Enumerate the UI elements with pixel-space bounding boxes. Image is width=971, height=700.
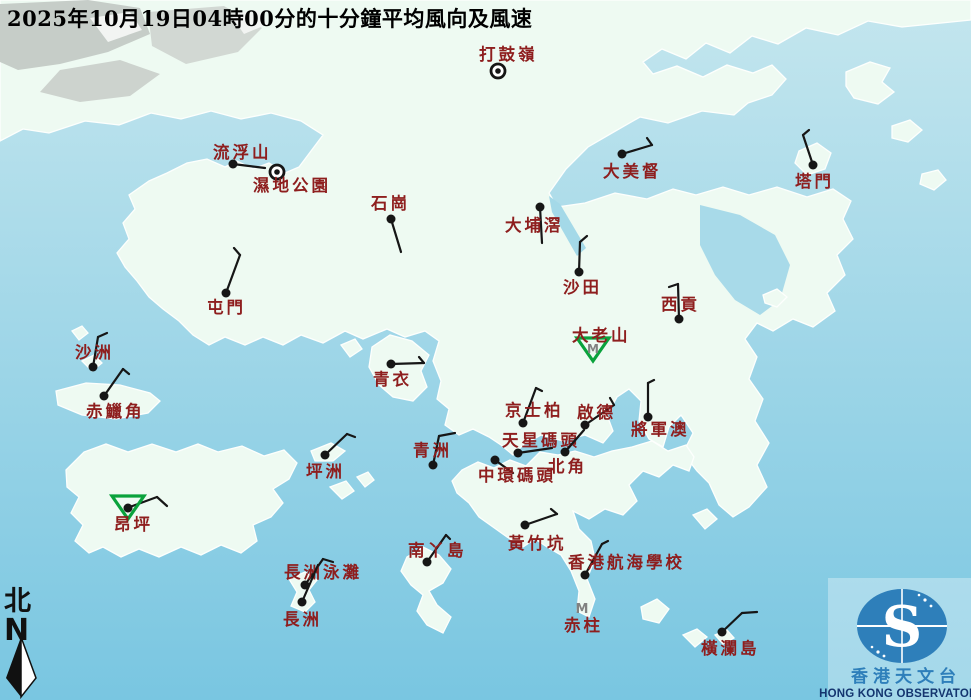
station-dot [100, 392, 109, 401]
station-label: 將軍澳 [631, 419, 690, 439]
station-dot [718, 628, 727, 637]
wind-barb [742, 612, 757, 613]
calm-center-dot [274, 169, 280, 175]
station-label: 大埔滘 [505, 215, 564, 235]
wind-map: 打鼓嶺流浮山濕地公園石崗大埔滘 大美督塔門沙田西貢 屯門 M 大老山沙洲青衣赤鱲角 京士柏… [0, 0, 971, 700]
station-dot [222, 289, 231, 298]
station-label: 沙田 [563, 278, 602, 297]
station-label: 濕地公園 [253, 175, 331, 195]
wind-barb [579, 242, 580, 272]
station-label: 京士柏 [505, 400, 564, 420]
station-dot [575, 268, 584, 277]
station-dot [321, 451, 330, 460]
station-label: 長洲泳灘 [284, 562, 362, 582]
station-label: 流浮山 [213, 142, 272, 162]
station-dot [618, 150, 627, 159]
station-dot [809, 161, 818, 170]
station-label: 石崗 [370, 194, 410, 213]
logo-dot [930, 605, 933, 608]
station-label: 青洲 [413, 440, 452, 460]
station-label: 中環碼頭 [478, 465, 556, 485]
station-dot [521, 521, 530, 530]
station-label: 昂坪 [114, 515, 153, 534]
station-dot [387, 360, 396, 369]
station-label: 打鼓嶺 [479, 44, 538, 64]
station-dot [298, 598, 307, 607]
station-label: 長洲 [283, 610, 322, 629]
station-label: 沙洲 [75, 343, 114, 362]
station-dot [536, 203, 545, 212]
map-canvas: 打鼓嶺流浮山濕地公園石崗大埔滘 大美督塔門沙田西貢 屯門 M 大老山沙洲青衣赤鱲角 京士柏… [0, 0, 971, 700]
station-label: 赤鱲角 [86, 401, 145, 421]
station-dot [561, 448, 570, 457]
m-marker: M [576, 602, 589, 617]
station-label: 香港航海學校 [568, 552, 685, 572]
station-dot [491, 456, 500, 465]
station-dot [429, 461, 438, 470]
station-label: 赤柱 [564, 615, 603, 635]
station-label: 屯門 [207, 297, 246, 317]
station-label: 西貢 [661, 295, 700, 314]
logo-dot [923, 598, 926, 601]
station-label: 南丫島 [408, 540, 467, 560]
station-dot [675, 315, 684, 324]
station-label: 塔門 [795, 171, 834, 191]
logo-name-zh: 香港天文台 [851, 666, 961, 687]
wind-barb [391, 363, 424, 364]
logo-name-en: HONG KONG OBSERVATORY [819, 688, 971, 700]
logo-dot [876, 650, 879, 653]
station-label: 啟德 [577, 402, 616, 422]
station-label: 大美督 [603, 161, 662, 181]
calm-center-dot [495, 68, 501, 74]
station-label: 黃竹坑 [507, 533, 567, 553]
logo-s-glyph: S [882, 594, 922, 660]
logo-dot [871, 646, 874, 649]
station-label: 橫瀾島 [701, 638, 760, 658]
station-label: 青衣 [373, 369, 412, 389]
station-dot [89, 363, 98, 372]
map-title: 2025年10月19日04時00分的十分鐘平均風向及風速 [7, 6, 532, 31]
station-dot [124, 504, 133, 513]
station-label: 大老山 [572, 325, 631, 345]
station-dot [387, 215, 396, 224]
north-letter-label: N [4, 613, 29, 648]
station-label: 坪洲 [306, 462, 345, 481]
